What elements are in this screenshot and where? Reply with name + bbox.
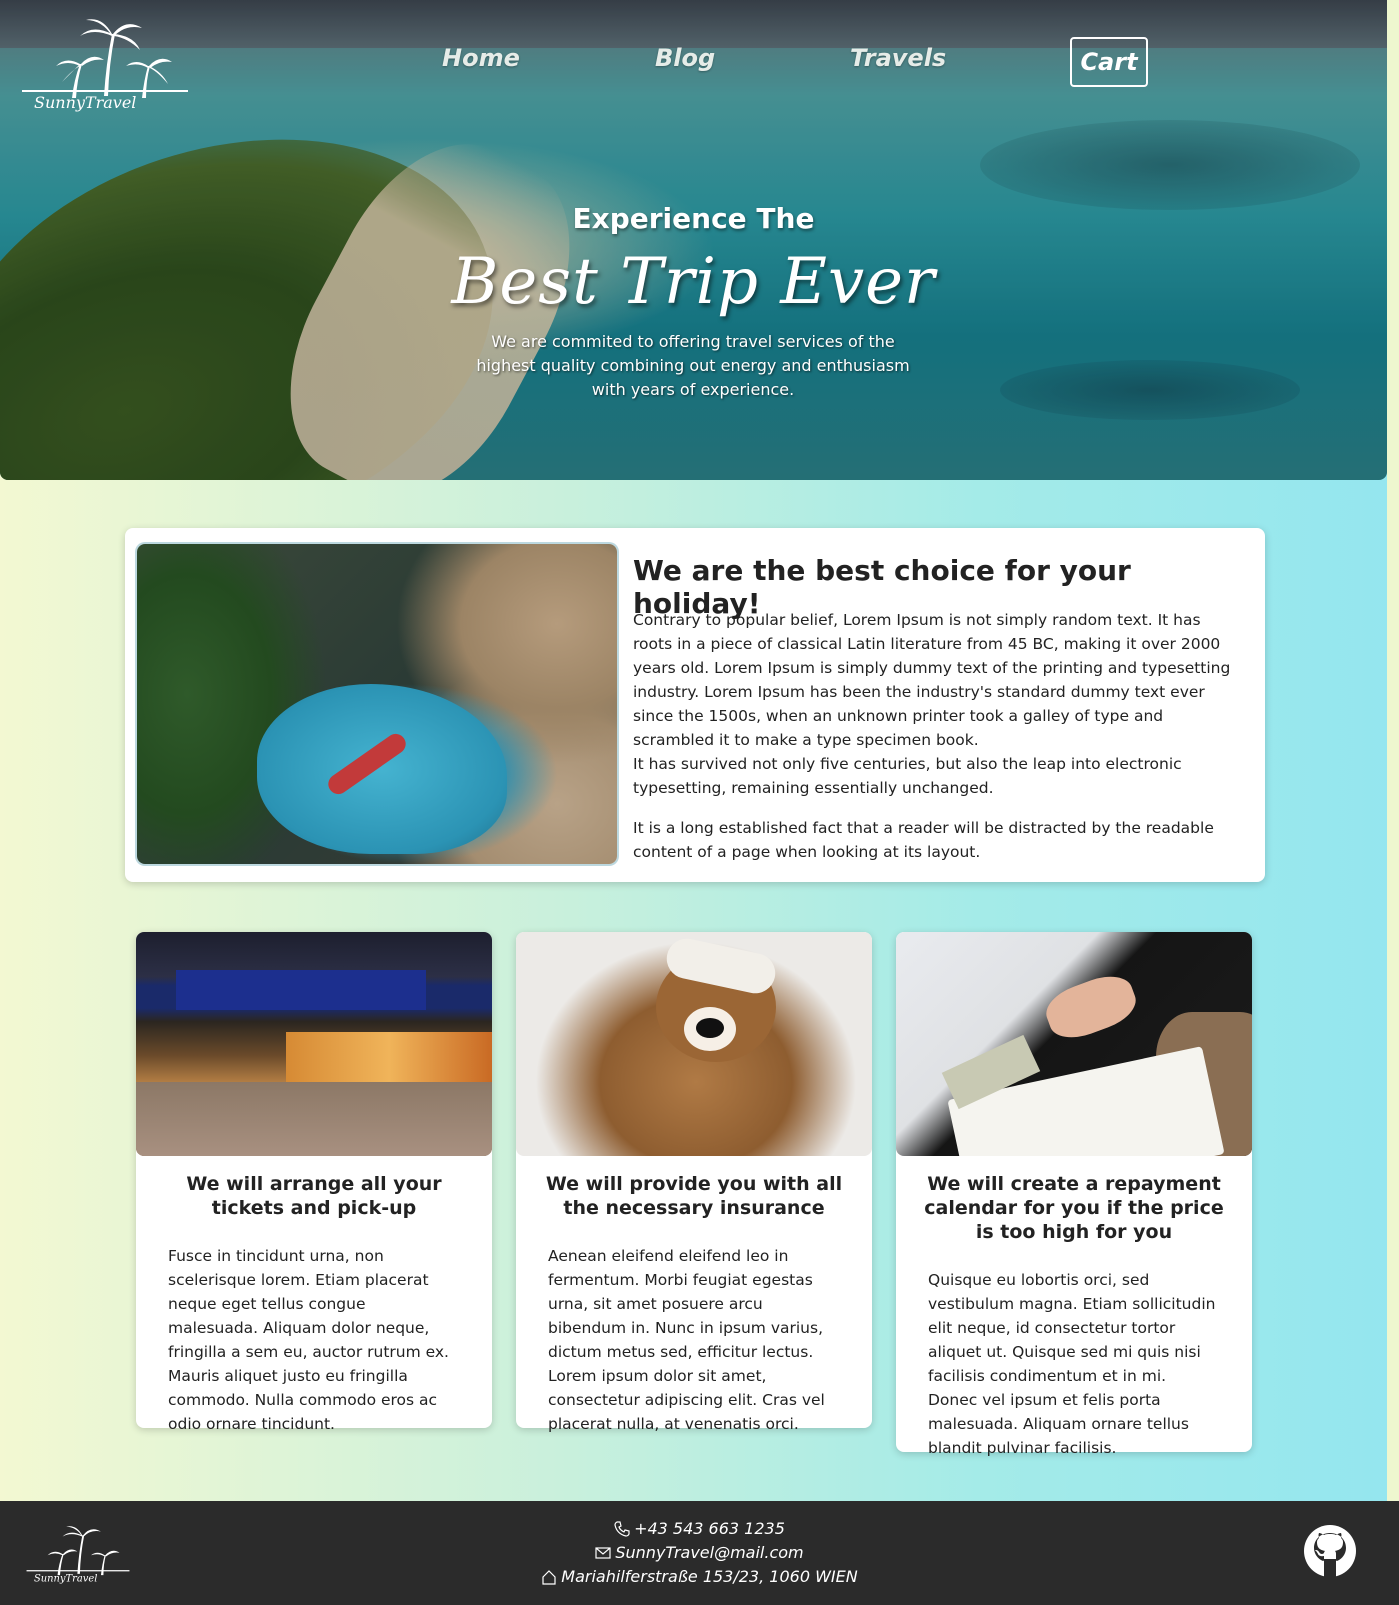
main-nav: Home Blog Travels Cart (0, 0, 1387, 120)
card-body: Fusce in tincidunt urna, non scelerisque… (168, 1247, 449, 1433)
resort-pool-image (137, 544, 617, 864)
service-card-insurance: We will provide you with all the necessa… (516, 932, 872, 1433)
money-counting-image (896, 932, 1252, 1156)
card-body: Quisque eu lobortis orci, sed vestibulum… (928, 1271, 1216, 1457)
card-title: We will arrange all your tickets and pic… (186, 1173, 442, 1219)
feature-card: We are the best choice for your holiday!… (125, 528, 1265, 882)
hero-subtitle: We are commited to offering travel servi… (476, 332, 910, 399)
hero-pretitle: Experience The (572, 202, 815, 235)
service-card-repayment: We will create a repayment calendar for … (896, 932, 1252, 1457)
feature-paragraph: Contrary to popular belief, Lorem Ipsum … (633, 611, 1231, 749)
airport-image (136, 932, 492, 1156)
hero-banner: SunnyTravel Home Blog Travels Cart Exper… (0, 0, 1387, 480)
github-link[interactable] (1302, 1523, 1358, 1579)
nav-travels-link[interactable]: Travels (850, 44, 946, 72)
nav-home-link[interactable]: Home (442, 44, 520, 72)
scrollbar[interactable] (1387, 0, 1399, 1605)
feature-paragraph: It is a long established fact that a rea… (633, 819, 1214, 861)
home-icon (542, 1570, 556, 1585)
hero-title: Best Trip Ever (451, 245, 936, 319)
card-body: Aenean eleifend eleifend leo in fermentu… (548, 1247, 825, 1433)
footer-address: Mariahilferstraße 153/23, 1060 WIEN (561, 1567, 858, 1586)
footer-contact: +43 543 663 1235 SunnyTravel@mail.com Ma… (0, 1517, 1399, 1589)
cart-button[interactable]: Cart (1070, 37, 1148, 87)
service-card-tickets: We will arrange all your tickets and pic… (136, 932, 492, 1433)
nav-blog-link[interactable]: Blog (655, 44, 715, 72)
footer: SunnyTravel +43 543 663 1235 SunnyTravel… (0, 1501, 1399, 1605)
footer-phone[interactable]: +43 543 663 1235 (634, 1517, 785, 1541)
card-title: We will provide you with all the necessa… (545, 1173, 843, 1219)
envelope-icon (595, 1547, 611, 1559)
feature-paragraph: It has survived not only five centuries,… (633, 755, 1182, 797)
feature-body: Contrary to popular belief, Lorem Ipsum … (633, 608, 1233, 880)
card-title: We will create a repayment calendar for … (924, 1173, 1224, 1243)
phone-icon (614, 1521, 630, 1537)
github-icon (1304, 1525, 1356, 1577)
footer-email[interactable]: SunnyTravel@mail.com (615, 1541, 803, 1565)
teddy-bear-image (516, 932, 872, 1156)
